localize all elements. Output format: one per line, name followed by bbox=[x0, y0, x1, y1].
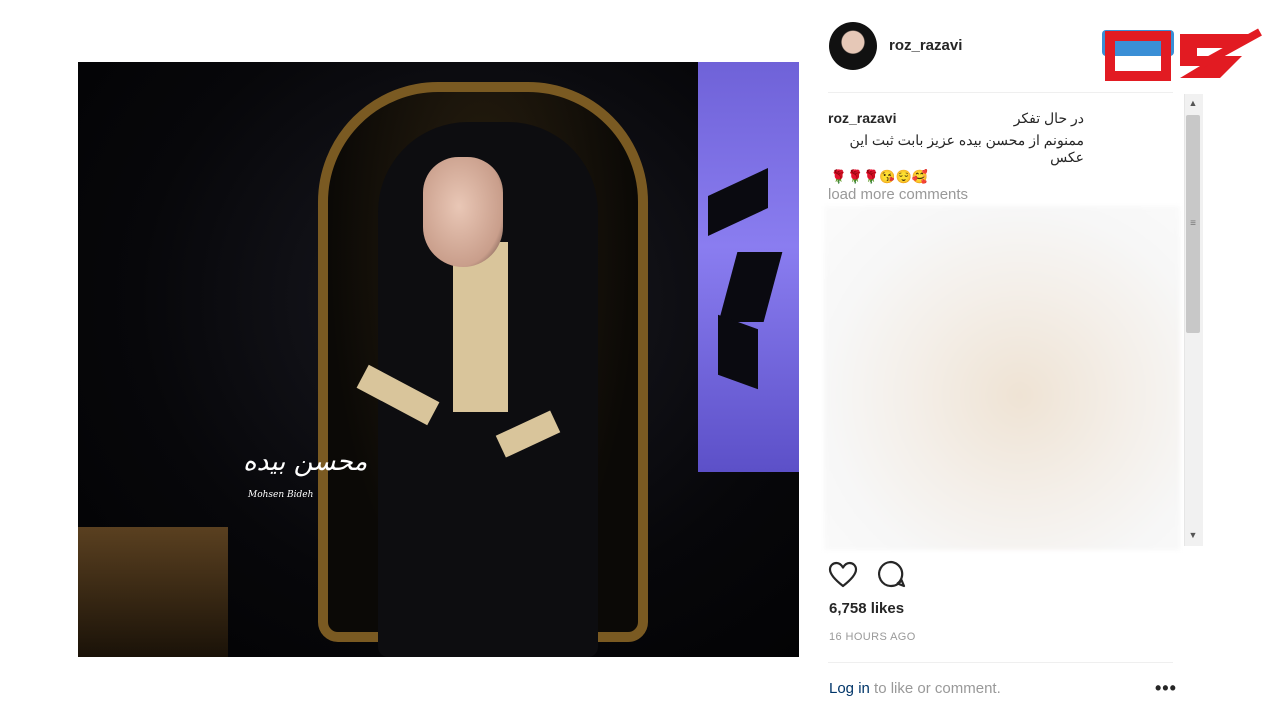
caption-text-line1: در حال تفکر bbox=[1013, 110, 1084, 126]
likes-count[interactable]: 6,758 likes bbox=[829, 600, 904, 617]
scroll-up-arrow-icon[interactable]: ▲ bbox=[1184, 96, 1202, 110]
side-table bbox=[78, 527, 228, 657]
post-photo[interactable]: محسن بیده Mohsen Bideh bbox=[78, 62, 799, 657]
caption-first-line: roz_razavi در حال تفکر bbox=[828, 110, 1084, 127]
comment-icon[interactable] bbox=[876, 559, 906, 589]
scroll-down-arrow-icon[interactable]: ▼ bbox=[1184, 528, 1202, 542]
load-more-comments-link[interactable]: load more comments bbox=[828, 186, 968, 203]
face bbox=[423, 157, 503, 267]
coat-panel bbox=[453, 242, 508, 412]
caption-text-line2: ممنونم از محسن بیده عزیز بابت ثبت این عک… bbox=[849, 132, 1084, 165]
post-timestamp[interactable]: 16 HOURS AGO bbox=[829, 631, 916, 643]
heart-icon[interactable] bbox=[828, 560, 858, 590]
caption-username[interactable]: roz_razavi bbox=[828, 110, 896, 127]
photographer-signature-latin: Mohsen Bideh bbox=[248, 490, 314, 500]
more-options-icon[interactable]: ••• bbox=[1155, 678, 1177, 699]
scroll-grip-icon: ≡ bbox=[1190, 218, 1196, 229]
caption-block: roz_razavi در حال تفکر ممنونم از محسن بی… bbox=[828, 110, 1183, 185]
blurred-comments-area bbox=[824, 206, 1180, 550]
login-prompt: Log in to like or comment. bbox=[829, 680, 1001, 697]
avatar[interactable] bbox=[829, 22, 877, 70]
photographer-signature: محسن بیده bbox=[243, 447, 368, 477]
caption-emojis: 🌹🌹🌹😘😌🥰 bbox=[830, 169, 928, 184]
login-prompt-text: to like or comment. bbox=[869, 680, 1001, 697]
login-link[interactable]: Log in bbox=[829, 680, 870, 697]
footer-divider bbox=[828, 662, 1173, 663]
header-divider bbox=[828, 92, 1173, 93]
site-logo-icon bbox=[1102, 28, 1262, 81]
post-username[interactable]: roz_razavi bbox=[889, 37, 962, 54]
